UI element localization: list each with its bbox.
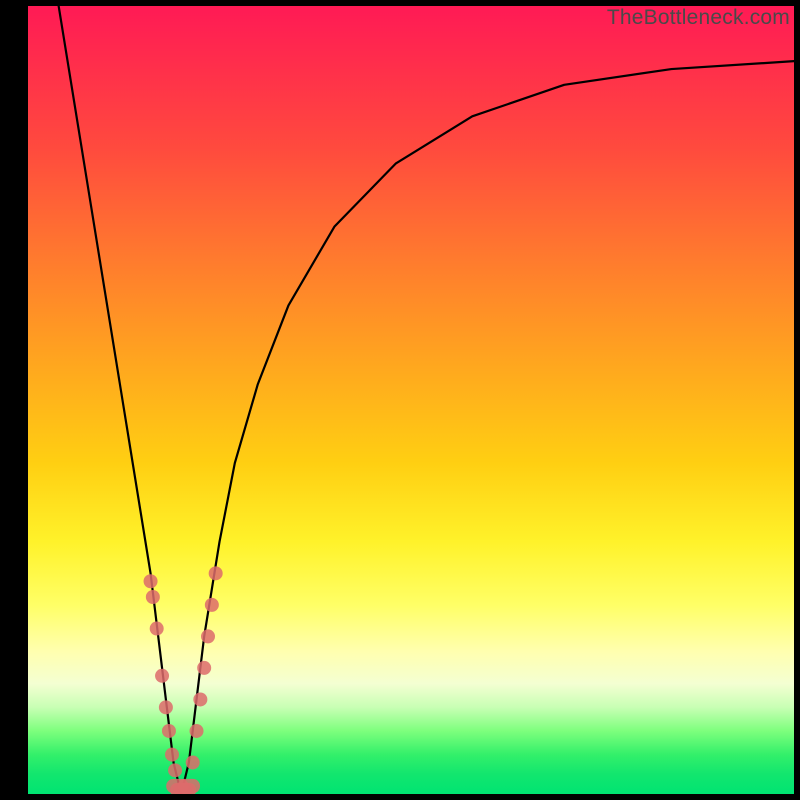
plot-area — [28, 6, 794, 794]
data-markers — [144, 566, 223, 794]
chart-frame: TheBottleneck.com — [0, 0, 800, 800]
watermark-text: TheBottleneck.com — [607, 6, 790, 30]
chart-svg — [28, 6, 794, 794]
